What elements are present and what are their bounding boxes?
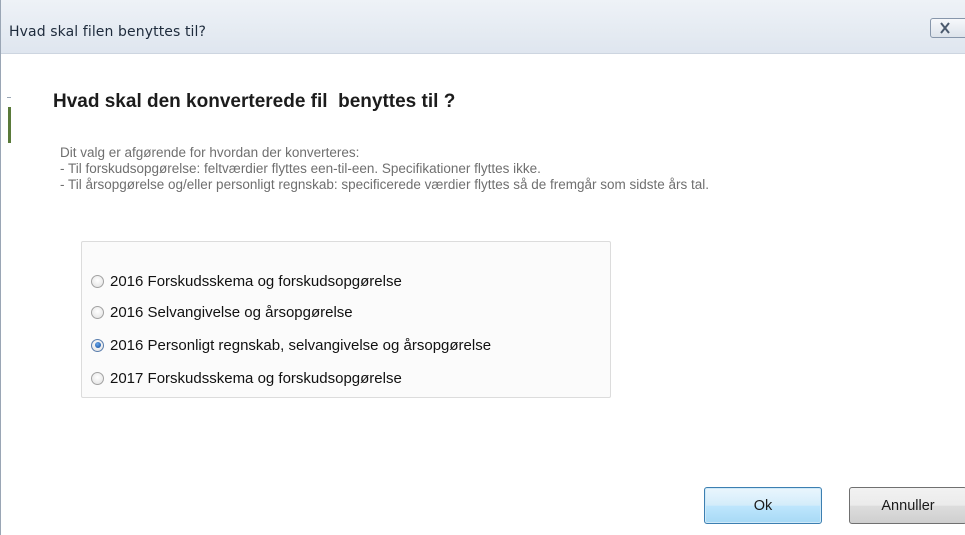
radio-button[interactable]: [91, 371, 104, 385]
option-2016-selvangivelse[interactable]: 2016 Selvangivelse og årsopgørelse: [91, 301, 353, 323]
dialog-heading: Hvad skal den konverterede fil benyttes …: [53, 91, 456, 112]
title-bar: Hvad skal filen benyttes til?: [1, 0, 965, 54]
option-label[interactable]: 2016 Forskudsskema og forskudsopgørelse: [110, 273, 402, 290]
close-button[interactable]: [930, 18, 965, 38]
option-2016-forskudsskema[interactable]: 2016 Forskudsskema og forskudsopgørelse: [91, 270, 402, 292]
window-edge-mark: [7, 97, 11, 98]
option-label[interactable]: 2017 Forskudsskema og forskudsopgørelse: [110, 370, 402, 387]
window-title: Hvad skal filen benyttes til?: [9, 24, 207, 40]
cancel-button[interactable]: Annuller: [849, 487, 965, 524]
dialog-window: Hvad skal filen benyttes til? Hvad skal …: [0, 0, 965, 535]
description-line: - Til årsopgørelse og/eller personligt r…: [60, 177, 710, 192]
radio-button[interactable]: [91, 274, 104, 288]
option-2017-forskudsskema[interactable]: 2017 Forskudsskema og forskudsopgørelse: [91, 367, 402, 389]
option-label[interactable]: 2016 Personligt regnskab, selvangivelse …: [110, 337, 491, 354]
background-window-edge: [8, 107, 11, 143]
description: Dit valg er afgørende for hvordan der ko…: [60, 145, 709, 193]
description-line: - Til forskudsopgørelse: feltværdier fly…: [60, 161, 541, 176]
radio-button-checked[interactable]: [91, 338, 104, 352]
radio-button[interactable]: [91, 305, 104, 319]
ok-button[interactable]: Ok: [704, 487, 822, 524]
option-2016-personligt-regnskab[interactable]: 2016 Personligt regnskab, selvangivelse …: [91, 334, 491, 356]
option-label[interactable]: 2016 Selvangivelse og årsopgørelse: [110, 304, 353, 321]
close-icon: [940, 22, 950, 34]
description-line: Dit valg er afgørende for hvordan der ko…: [60, 145, 360, 160]
options-group: 2016 Forskudsskema og forskudsopgørelse …: [81, 241, 611, 398]
